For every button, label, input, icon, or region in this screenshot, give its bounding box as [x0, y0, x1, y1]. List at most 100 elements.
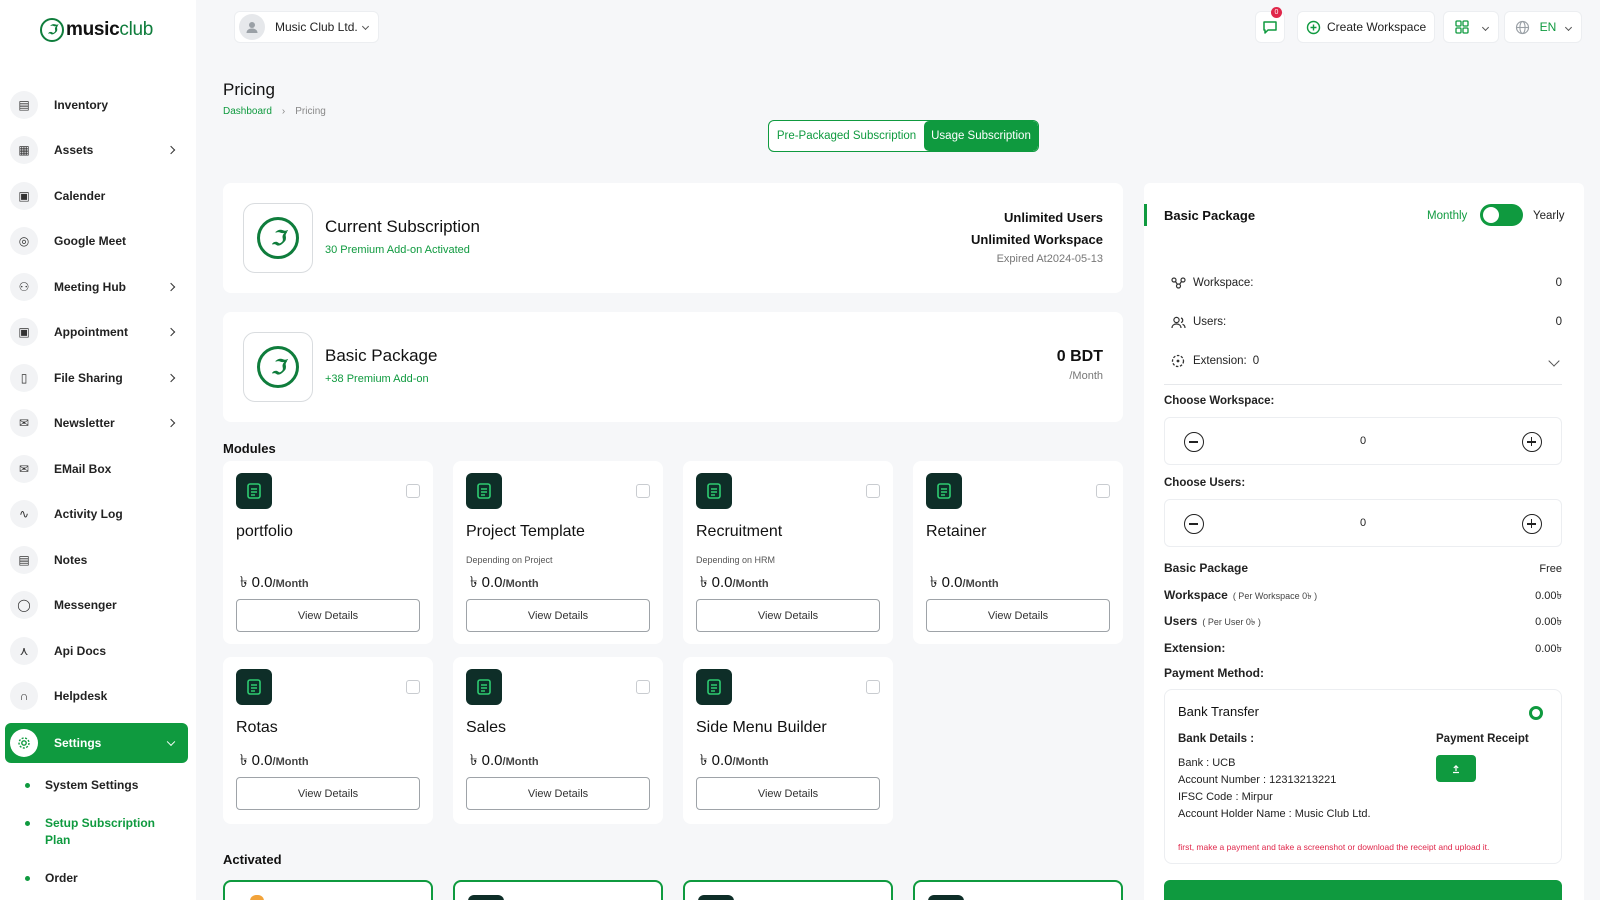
- bank-transfer-option[interactable]: Bank Transfer Bank Details : Payment Rec…: [1164, 689, 1562, 864]
- view-details-button[interactable]: View Details: [696, 777, 880, 810]
- module-select-checkbox[interactable]: [406, 680, 420, 694]
- module-select-checkbox[interactable]: [866, 484, 880, 498]
- breadcrumb-dashboard[interactable]: Dashboard: [223, 106, 272, 117]
- sidebar-item-appointment[interactable]: ▣ Appointment: [0, 310, 196, 356]
- chat-icon: ◯: [10, 591, 38, 620]
- sidebar-item-calender[interactable]: ▣ Calender: [0, 173, 196, 219]
- sidebar-item-inventory[interactable]: ▤ Inventory: [0, 82, 196, 128]
- summary-key: Extension:: [1164, 641, 1226, 655]
- currency-symbol: ৳: [930, 574, 938, 591]
- billing-monthly-label[interactable]: Monthly: [1427, 210, 1467, 222]
- activated-module-card[interactable]: [453, 880, 663, 900]
- current-subscription-addons: 30 Premium Add-on Activated: [325, 244, 470, 256]
- sidebar-item-settings[interactable]: Settings: [5, 723, 188, 763]
- summary-value: Free: [1539, 563, 1562, 575]
- language-switcher[interactable]: EN: [1504, 11, 1582, 43]
- document-icon: ▤: [10, 90, 38, 119]
- sidebar-item-google-meet[interactable]: ◎ Google Meet: [0, 219, 196, 265]
- view-details-button[interactable]: View Details: [926, 599, 1110, 632]
- logo-text: musicclub: [66, 19, 154, 40]
- module-select-checkbox[interactable]: [1096, 484, 1110, 498]
- rotas-icon: [236, 669, 272, 705]
- extension-label: Extension:: [1193, 355, 1247, 367]
- view-details-button[interactable]: View Details: [466, 777, 650, 810]
- sidebar-item-label: Meeting Hub: [54, 279, 126, 294]
- sidebar-item-newsletter[interactable]: ✉ Newsletter: [0, 401, 196, 447]
- billing-period-toggle[interactable]: [1480, 204, 1523, 226]
- sidebar-item-api-docs[interactable]: ⋏ Api Docs: [0, 628, 196, 674]
- billing-yearly-label[interactable]: Yearly: [1533, 210, 1565, 222]
- clipboard-icon: ▦: [10, 136, 38, 165]
- module-select-checkbox[interactable]: [866, 680, 880, 694]
- package-configurator-panel: Basic Package Monthly Yearly Workspace: …: [1144, 183, 1584, 900]
- upload-instruction: first, make a payment and take a screens…: [1178, 842, 1490, 852]
- activated-module-card[interactable]: [913, 880, 1123, 900]
- avatar: [239, 14, 265, 40]
- submenu-label: Order: [45, 871, 78, 885]
- price-unit: /Month: [732, 578, 769, 590]
- apps-grid-icon: [1454, 20, 1469, 34]
- view-details-button[interactable]: View Details: [236, 777, 420, 810]
- sidebar-item-label: Google Meet: [54, 234, 127, 249]
- gear-icon: [10, 729, 38, 757]
- logo-icon: ℑ: [40, 18, 64, 42]
- module-price: ৳ 0.0/Month: [930, 571, 999, 596]
- create-workspace-button[interactable]: Create Workspace: [1297, 11, 1435, 43]
- sidebar-item-activity-log[interactable]: ∿ Activity Log: [0, 492, 196, 538]
- logo[interactable]: ℑ musicclub: [40, 18, 153, 42]
- chevron-down-icon[interactable]: [1548, 355, 1560, 367]
- activated-module-card[interactable]: [223, 880, 433, 900]
- sidebar-item-meeting-hub[interactable]: ⚇ Meeting Hub: [0, 264, 196, 310]
- module-select-checkbox[interactable]: [636, 680, 650, 694]
- view-details-button[interactable]: View Details: [236, 599, 420, 632]
- module-name: Recruitment: [696, 523, 783, 540]
- bank-transfer-radio[interactable]: [1529, 706, 1543, 720]
- module-icon: [698, 895, 734, 900]
- tab-pre-packaged[interactable]: Pre-Packaged Subscription: [769, 121, 924, 151]
- basic-package-card[interactable]: ℑ Basic Package +38 Premium Add-on 0 BDT…: [223, 312, 1123, 422]
- workspace-quantity[interactable]: 0: [1165, 435, 1561, 447]
- pay-now-bar[interactable]: [1164, 880, 1562, 900]
- sidebar-item-label: Api Docs: [54, 643, 107, 658]
- headset-icon: ∩: [10, 682, 38, 711]
- globe-icon: [1515, 20, 1529, 34]
- currency-symbol: ৳: [240, 574, 248, 591]
- users-limit: Unlimited Users: [1004, 210, 1103, 225]
- sidebar-item-email-box[interactable]: ✉ EMail Box: [0, 446, 196, 492]
- extension-count-row[interactable]: Extension: 0: [1170, 353, 1562, 369]
- view-details-button[interactable]: View Details: [696, 599, 880, 632]
- sidebar-item-file-sharing[interactable]: ▯ File Sharing: [0, 355, 196, 401]
- increment-workspace-button[interactable]: [1522, 432, 1542, 452]
- language-label: EN: [1539, 20, 1557, 34]
- module-price: ৳ 0.0/Month: [700, 571, 769, 596]
- view-details-button[interactable]: View Details: [466, 599, 650, 632]
- module-price: ৳ 0.0/Month: [240, 749, 309, 774]
- module-select-checkbox[interactable]: [636, 484, 650, 498]
- workspace-label: Workspace:: [1193, 277, 1254, 289]
- retainer-icon: [926, 473, 962, 509]
- increment-users-button[interactable]: [1522, 514, 1542, 534]
- currency-symbol: ৳: [700, 574, 708, 591]
- sidebar-item-assets[interactable]: ▦ Assets: [0, 128, 196, 174]
- chevron-right-icon: [166, 419, 176, 428]
- users-quantity[interactable]: 0: [1165, 517, 1561, 529]
- sidebar-item-helpdesk[interactable]: ∩ Helpdesk: [0, 674, 196, 720]
- meet-icon: ◎: [10, 227, 38, 256]
- sidebar-item-notes[interactable]: ▤ Notes: [0, 537, 196, 583]
- summary-row: Basic Package Free: [1164, 561, 1562, 575]
- notifications-button[interactable]: 0: [1255, 7, 1285, 43]
- extension-icon: [1170, 353, 1186, 369]
- sidebar-item-messenger[interactable]: ◯ Messenger: [0, 583, 196, 629]
- package-logo: ℑ: [243, 332, 313, 402]
- music-note-icon: ℑ: [257, 217, 299, 259]
- activated-module-card[interactable]: [683, 880, 893, 900]
- inbox-icon: ✉: [10, 454, 38, 483]
- module-select-checkbox[interactable]: [406, 484, 420, 498]
- chevron-right-icon: [166, 282, 176, 291]
- apps-menu-button[interactable]: [1443, 11, 1499, 43]
- upload-receipt-button[interactable]: [1436, 755, 1476, 782]
- basic-package-title: Basic Package: [325, 346, 438, 365]
- tab-usage-subscription[interactable]: Usage Subscription: [924, 121, 1038, 151]
- organization-switcher[interactable]: Music Club Ltd.: [234, 11, 379, 43]
- extension-value: 0: [1252, 355, 1260, 367]
